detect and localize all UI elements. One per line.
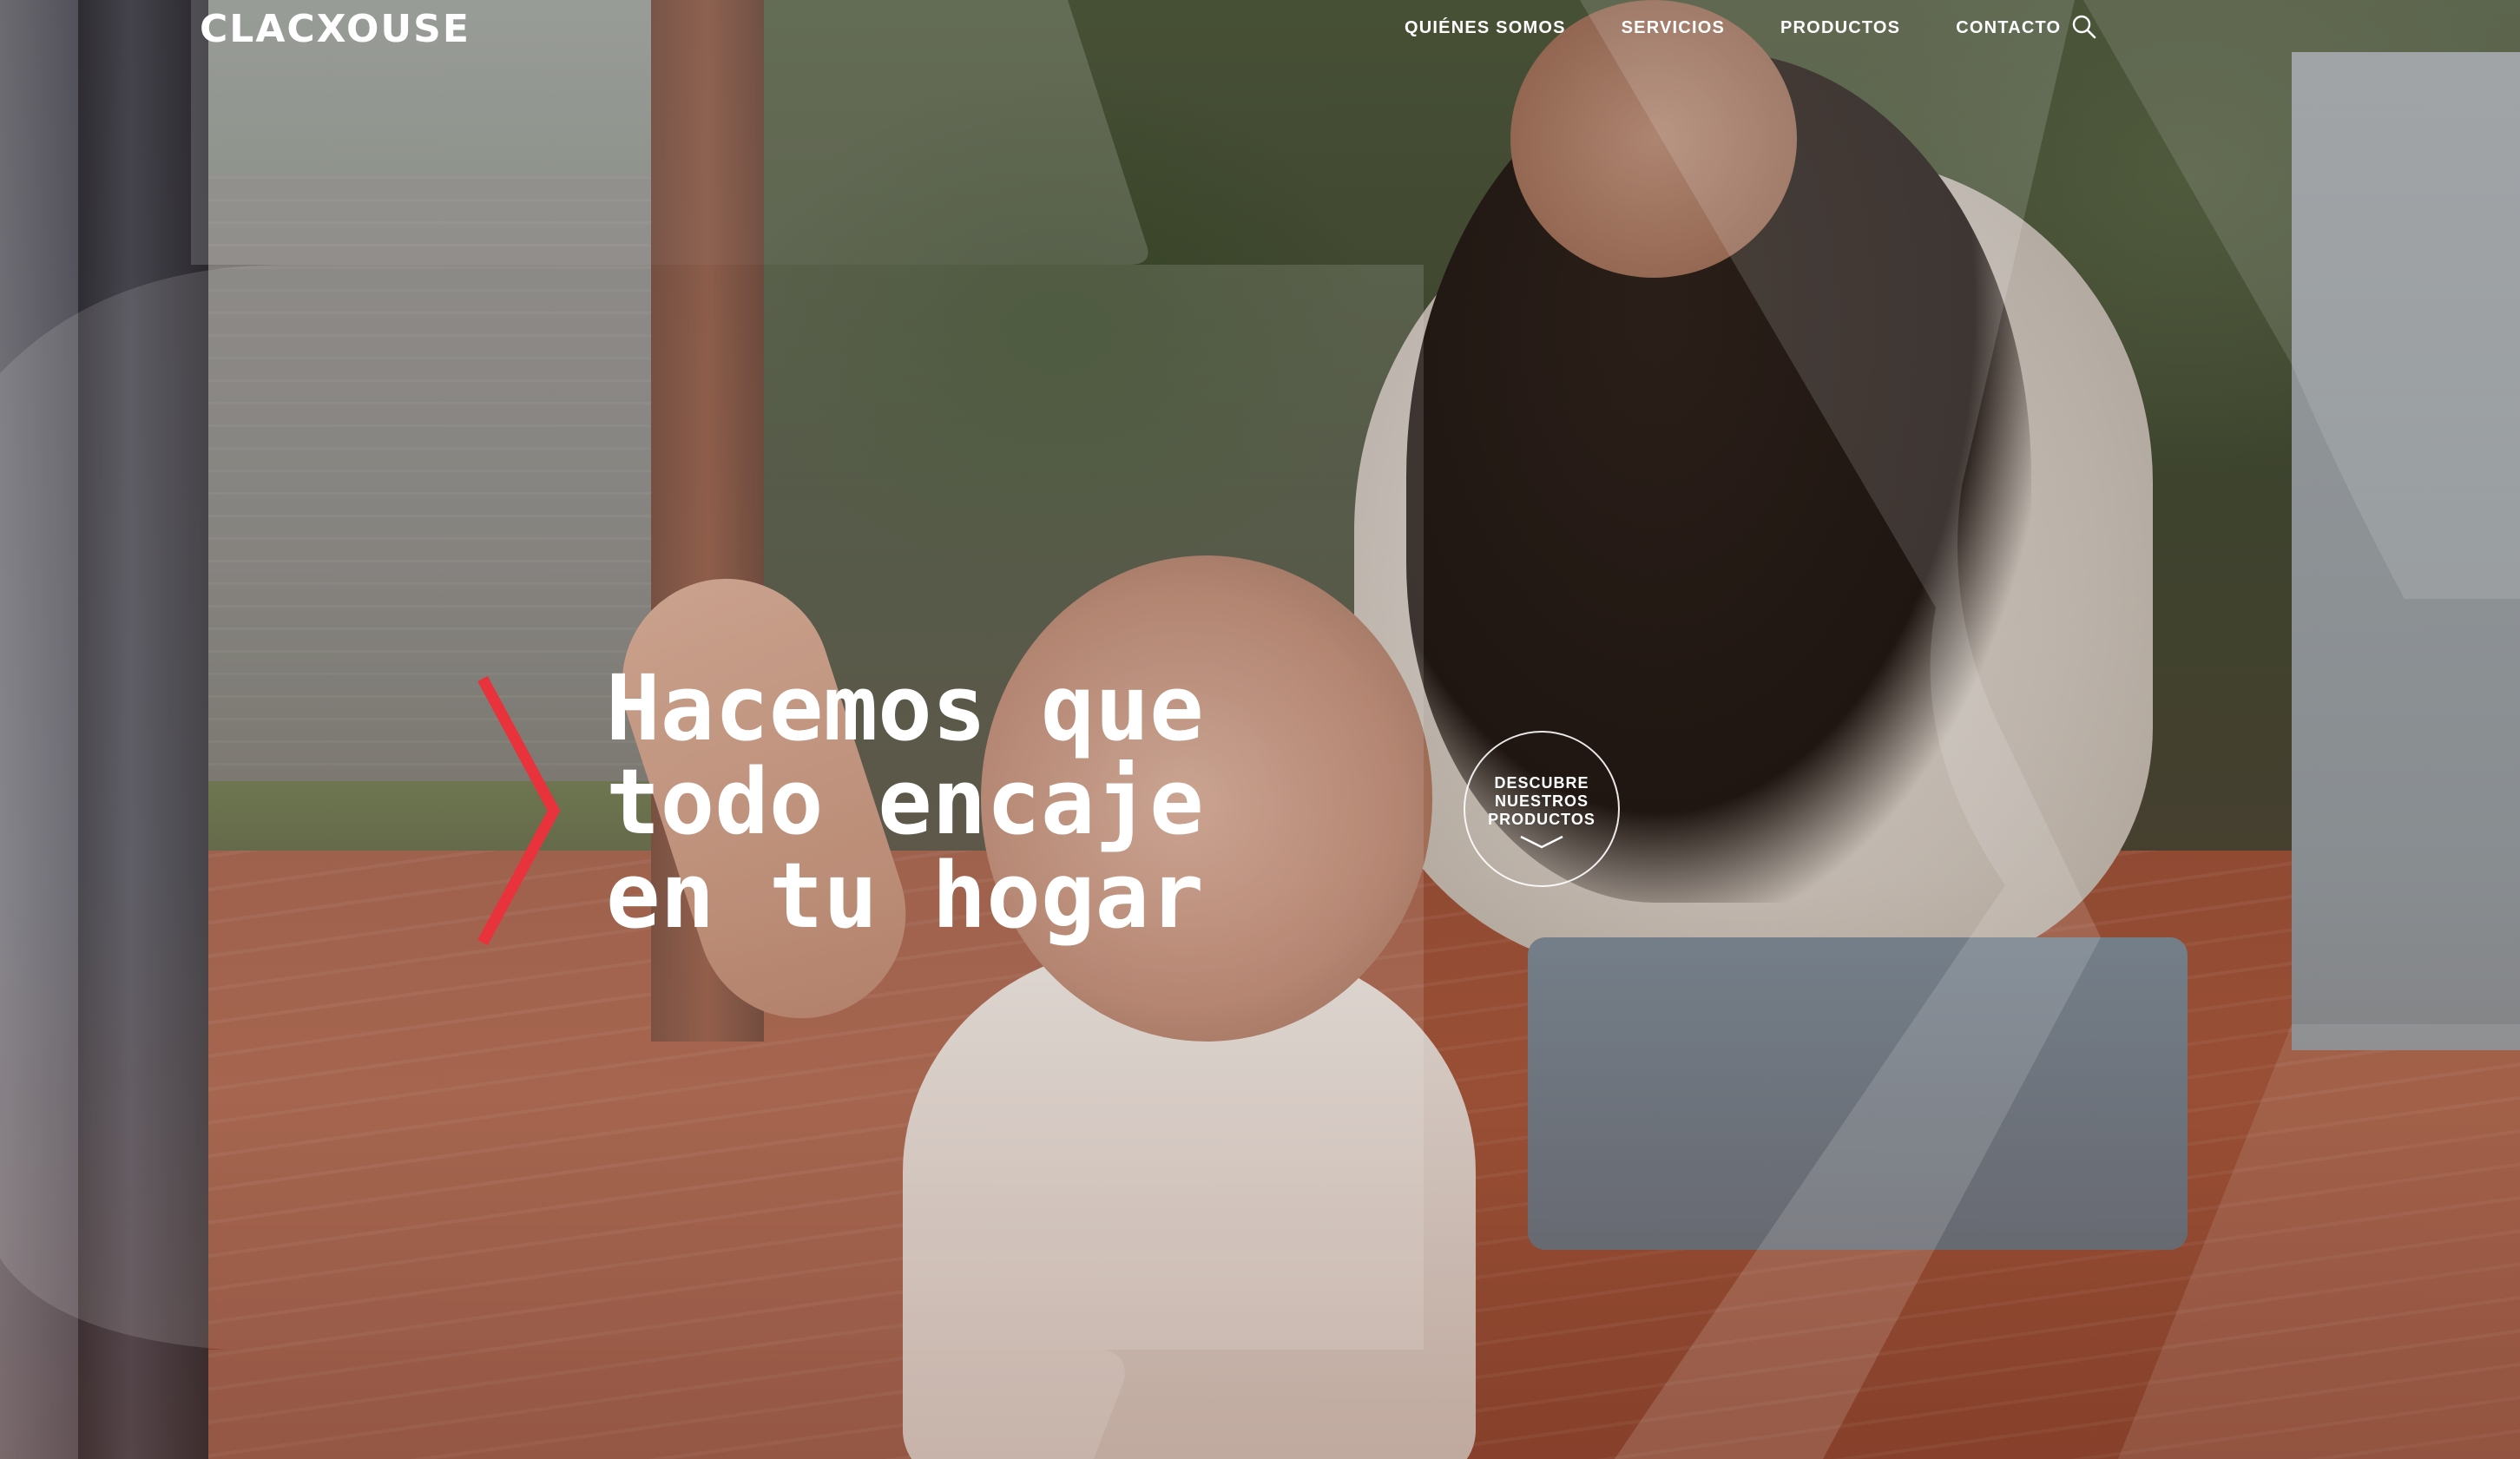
nav-item-quienes-somos[interactable]: QUIÉNES SOMOS [1405,17,1566,38]
hero-section: CLACXOUSE QUIÉNES SOMOS SERVICIOS PRODUC… [0,0,2520,1459]
nav-item-servicios[interactable]: SERVICIOS [1622,17,1725,38]
nav-item-contacto[interactable]: CONTACTO [1956,17,2061,38]
cta-label-line: DESCUBRE [1494,773,1589,792]
site-header: CLACXOUSE QUIÉNES SOMOS SERVICIOS PRODUC… [0,0,2520,56]
headline-line: Hacemos que [606,655,1204,761]
chevron-right-icon [474,675,569,946]
cta-label-line: PRODUCTOS [1488,810,1596,828]
chevron-down-icon [1519,834,1564,850]
headline-line: en tu hogar [606,843,1204,949]
hero-headline: Hacemos que todo encaje en tu hogar [606,661,1204,943]
nav-item-productos[interactable]: PRODUCTOS [1780,17,1900,38]
headline-line: todo encaje [606,749,1204,855]
hero-background-photo [0,0,2520,1459]
cta-label-line: NUESTROS [1494,792,1589,810]
search-icon[interactable] [2071,14,2097,40]
discover-products-button[interactable]: DESCUBRE NUESTROS PRODUCTOS [1464,731,1620,887]
main-nav: QUIÉNES SOMOS SERVICIOS PRODUCTOS CONTAC… [1405,17,2061,38]
brand-logo[interactable]: CLACXOUSE [200,7,470,52]
cta-label: DESCUBRE NUESTROS PRODUCTOS [1477,774,1607,829]
